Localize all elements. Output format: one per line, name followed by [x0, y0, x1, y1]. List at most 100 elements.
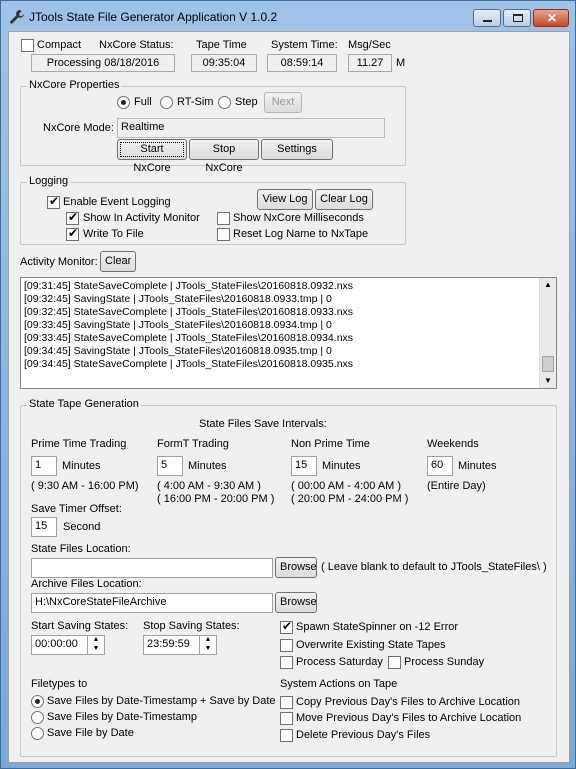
process-saturday-checkbox[interactable] — [280, 656, 293, 669]
tape-time-value: 09:35:04 — [191, 54, 257, 72]
show-in-activity-checkbox[interactable] — [66, 210, 79, 225]
filetype-option-2-radio[interactable] — [31, 711, 44, 724]
scroll-down-icon[interactable]: ▼ — [544, 376, 552, 385]
filetype-option-1-label: Save Files by Date-Timestamp + Save by D… — [47, 695, 276, 707]
show-ms-label: Show NxCore Milliseconds — [233, 212, 364, 224]
spin-up-icon[interactable]: ▲ — [88, 635, 104, 644]
spin-down-icon[interactable]: ▼ — [200, 644, 216, 653]
stop-saving-spinner[interactable]: ▲ ▼ — [199, 635, 216, 655]
nonprime-unit: Minutes — [322, 460, 361, 472]
show-ms-checkbox[interactable] — [217, 212, 230, 225]
process-sunday-checkbox[interactable] — [388, 656, 401, 669]
weekends-label: Weekends — [427, 438, 479, 450]
overwrite-tapes-checkbox[interactable] — [280, 639, 293, 652]
start-nxcore-button[interactable]: Start NxCore — [117, 139, 187, 174]
view-log-button[interactable]: View Log — [257, 189, 313, 210]
stop-saving-time-picker[interactable]: 23:59:59 ▲ ▼ — [143, 635, 217, 655]
delete-prev-checkbox[interactable] — [280, 729, 293, 742]
msg-per-sec-label: Msg/Sec — [348, 39, 391, 51]
prime-range: ( 9:30 AM - 16:00 PM) — [31, 480, 139, 492]
next-button[interactable]: Next — [264, 92, 302, 113]
mode-rtsim-label: RT-Sim — [177, 96, 214, 108]
start-saving-spinner[interactable]: ▲ ▼ — [87, 635, 104, 655]
wrench-icon — [10, 10, 24, 24]
stop-saving-label: Stop Saving States: — [143, 620, 240, 632]
nxcore-mode-label: NxCore Mode: — [43, 122, 114, 134]
system-time-value: 08:59:14 — [267, 54, 337, 72]
weekends-range: (Entire Day) — [427, 480, 486, 492]
move-prev-label: Move Previous Day's Files to Archive Loc… — [296, 712, 522, 724]
system-actions-label: System Actions on Tape — [280, 678, 398, 690]
compact-checkbox[interactable] — [21, 39, 34, 52]
filetype-option-1-radio[interactable] — [31, 695, 44, 708]
prime-time-input[interactable]: 1 — [31, 456, 57, 476]
filetype-option-3-radio[interactable] — [31, 727, 44, 740]
archive-location-input[interactable]: H:\NxCoreStateFileArchive — [31, 593, 273, 613]
move-prev-checkbox[interactable] — [280, 712, 293, 725]
nonprime-input[interactable]: 15 — [291, 456, 317, 476]
log-line: [09:34:45] SavingState | JTools_StateFil… — [24, 345, 332, 357]
timer-offset-label: Save Timer Offset: — [31, 503, 122, 515]
state-location-browse-button[interactable]: Browse — [275, 557, 317, 578]
scroll-thumb[interactable] — [542, 356, 554, 372]
write-to-file-checkbox[interactable] — [66, 226, 79, 241]
title-bar[interactable]: JTools State File Generator Application … — [1, 1, 575, 31]
minimize-button[interactable] — [473, 9, 501, 27]
app-window: JTools State File Generator Application … — [0, 0, 576, 769]
start-saving-time-picker[interactable]: 00:00:00 ▲ ▼ — [31, 635, 105, 655]
stop-saving-value: 23:59:59 — [147, 638, 190, 650]
mode-full-label: Full — [134, 96, 152, 108]
maximize-button[interactable] — [503, 9, 531, 27]
formt-range-1: ( 4:00 AM - 9:30 AM ) — [157, 480, 261, 492]
minimize-icon — [483, 20, 492, 22]
mode-rtsim-radio[interactable] — [160, 96, 173, 109]
formt-range-2: ( 16:00 PM - 20:00 PM ) — [157, 493, 275, 505]
intervals-title: State Files Save Intervals: — [199, 418, 327, 430]
compact-label: Compact — [37, 39, 82, 51]
copy-prev-label: Copy Previous Day's Files to Archive Loc… — [296, 696, 521, 708]
copy-prev-checkbox[interactable] — [280, 696, 293, 709]
log-line: [09:32:45] StateSaveComplete | JTools_St… — [24, 306, 354, 318]
formt-input[interactable]: 5 — [157, 456, 183, 476]
nonprime-range-1: ( 00:00 AM - 4:00 AM ) — [291, 480, 402, 492]
tape-time-label: Tape Time — [196, 39, 247, 51]
mode-step-radio[interactable] — [218, 96, 231, 109]
spawn-spinner-checkbox[interactable] — [280, 619, 293, 634]
mode-full-radio[interactable] — [117, 96, 130, 109]
delete-prev-label: Delete Previous Day's Files — [296, 729, 431, 741]
activity-log[interactable]: [09:31:45] StateSaveComplete | JTools_St… — [20, 277, 557, 389]
settings-button[interactable]: Settings — [261, 139, 333, 160]
log-line: [09:31:45] StateSaveComplete | JTools_St… — [24, 280, 354, 292]
timer-offset-input[interactable]: 15 — [31, 517, 57, 537]
filetype-option-3-label: Save File by Date — [47, 727, 134, 739]
enable-event-logging-checkbox[interactable] — [47, 194, 60, 209]
nonprime-label: Non Prime Time — [291, 438, 370, 450]
nxcore-properties-label: NxCore Properties — [27, 79, 122, 91]
mode-step-label: Step — [235, 96, 258, 108]
stop-nxcore-button[interactable]: Stop NxCore — [189, 139, 259, 174]
close-button[interactable]: ✕ — [533, 9, 569, 27]
system-time-label: System Time: — [271, 39, 338, 51]
activity-log-lines: [09:31:45] StateSaveComplete | JTools_St… — [24, 280, 353, 371]
log-line: [09:34:45] StateSaveComplete | JTools_St… — [24, 358, 354, 370]
clear-log-button[interactable]: Clear Log — [315, 189, 373, 210]
weekends-unit: Minutes — [458, 460, 497, 472]
show-in-activity-label: Show In Activity Monitor — [83, 212, 200, 224]
reset-log-name-checkbox[interactable] — [217, 228, 230, 241]
prime-time-label: Prime Time Trading — [31, 438, 127, 450]
activity-clear-button[interactable]: Clear — [100, 251, 136, 272]
state-location-input[interactable] — [31, 558, 273, 578]
overwrite-tapes-label: Overwrite Existing State Tapes — [296, 639, 446, 651]
scroll-up-icon[interactable]: ▲ — [544, 280, 552, 289]
spin-up-icon[interactable]: ▲ — [200, 635, 216, 644]
archive-location-browse-button[interactable]: Browse — [275, 592, 317, 613]
log-line: [09:33:45] StateSaveComplete | JTools_St… — [24, 332, 354, 344]
process-sunday-label: Process Sunday — [404, 656, 485, 668]
activity-log-scrollbar[interactable]: ▲ ▼ — [539, 278, 556, 388]
state-location-hint: ( Leave blank to default to JTools_State… — [321, 561, 547, 573]
filetype-option-2-label: Save Files by Date-Timestamp — [47, 711, 197, 723]
maximize-icon — [513, 14, 523, 22]
weekends-input[interactable]: 60 — [427, 456, 453, 476]
msg-per-sec-value: 11.27 — [348, 54, 392, 72]
spin-down-icon[interactable]: ▼ — [88, 644, 104, 653]
